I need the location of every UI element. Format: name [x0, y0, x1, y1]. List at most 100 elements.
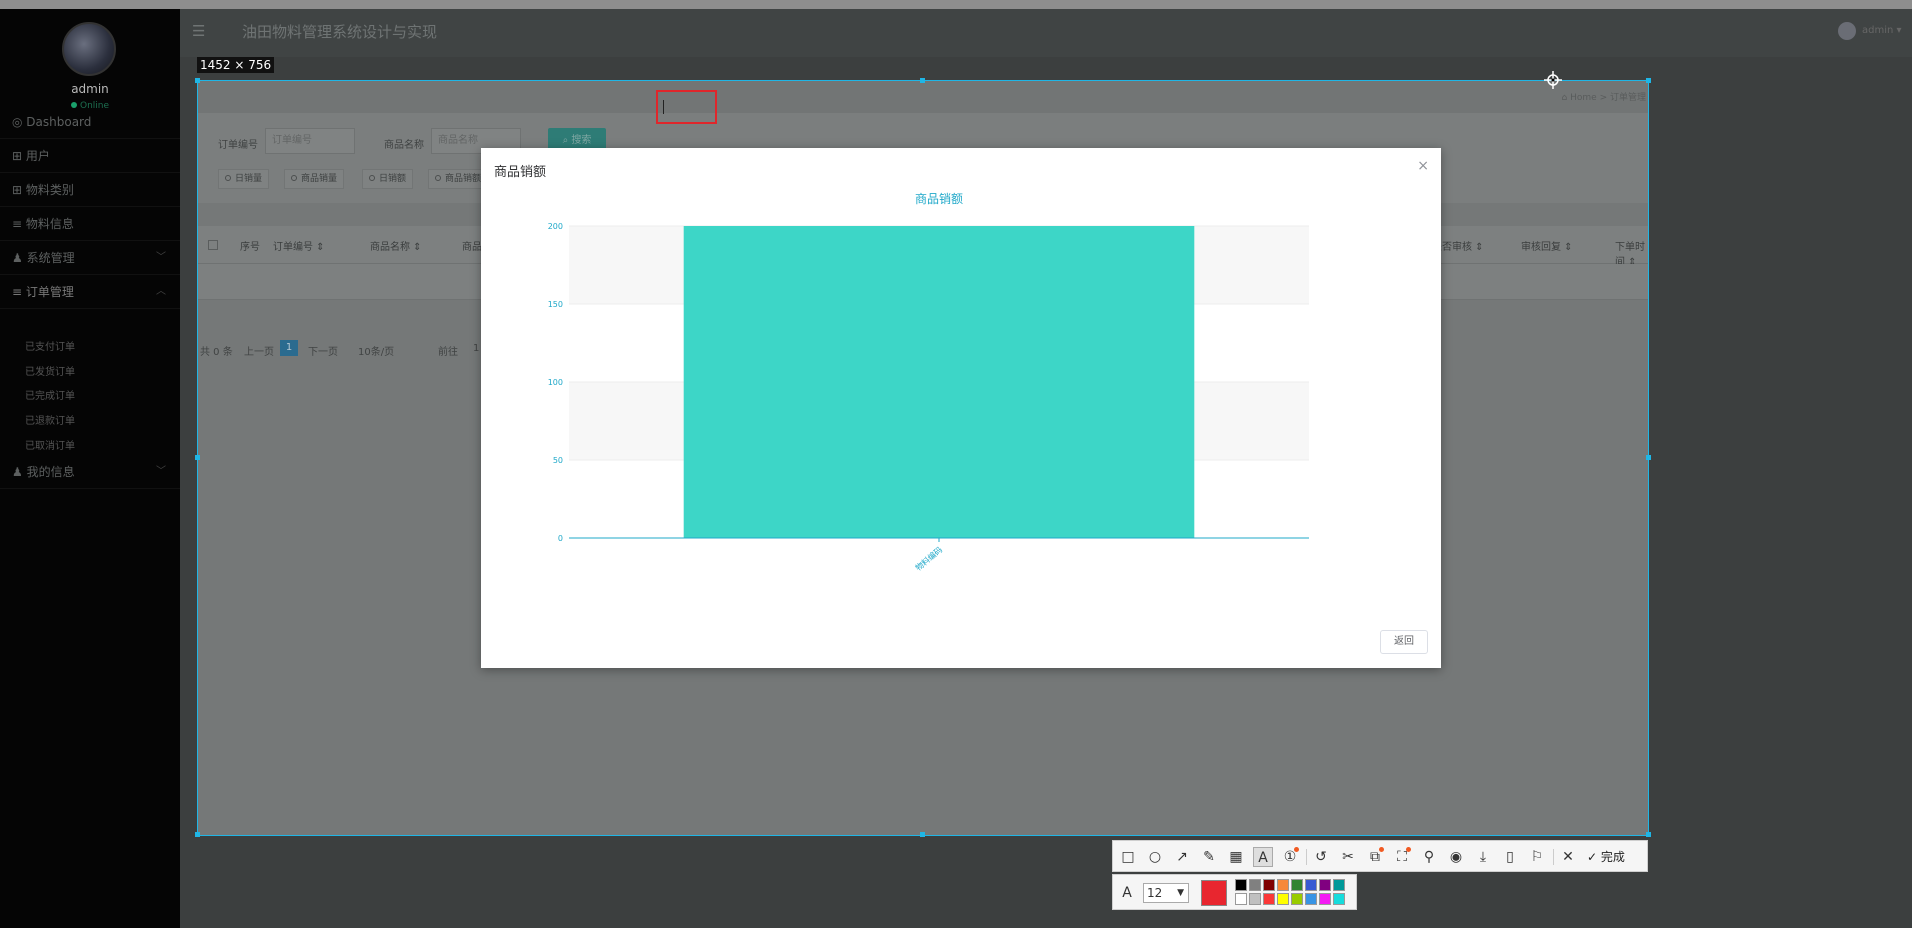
color-swatch[interactable] — [1305, 879, 1317, 891]
new-badge — [1406, 847, 1411, 852]
number-icon[interactable]: ① — [1280, 847, 1300, 867]
rect-icon[interactable]: □ — [1118, 847, 1138, 867]
sidebar-item-label: 系统管理 — [26, 251, 75, 265]
text-cursor — [663, 100, 664, 114]
color-swatch[interactable] — [1319, 879, 1331, 891]
sidebar: admin Online ◎ Dashboard ⊞ 用户 ⊞ 物料类别 ≡ 物… — [0, 9, 180, 928]
color-swatch[interactable] — [1235, 879, 1247, 891]
back-button[interactable]: 返回 — [1380, 630, 1428, 654]
new-badge — [1294, 847, 1299, 852]
product-sales-amount-button[interactable]: 商品销额 — [428, 169, 489, 189]
color-swatch[interactable] — [1235, 893, 1247, 905]
color-swatch[interactable] — [1277, 893, 1289, 905]
color-swatch[interactable] — [1249, 879, 1261, 891]
avatar — [62, 22, 116, 76]
color-swatch[interactable] — [1319, 893, 1331, 905]
resize-handle[interactable] — [195, 455, 200, 460]
resize-handle[interactable] — [1646, 78, 1651, 83]
close-icon[interactable]: ✕ — [1558, 847, 1578, 867]
bar — [683, 226, 1195, 538]
sidebar-item-users[interactable]: ⊞ 用户 — [0, 139, 180, 173]
resize-handle[interactable] — [195, 78, 200, 83]
text-annotation-box[interactable] — [656, 90, 717, 124]
resize-handle[interactable] — [195, 832, 200, 837]
current-color-swatch[interactable] — [1201, 880, 1227, 906]
sidebar-item-system[interactable]: ♟ 系统管理 ﹀ — [0, 241, 180, 275]
pencil-icon[interactable]: ✎ — [1199, 847, 1219, 867]
daily-sales-volume-button[interactable]: 日销量 — [218, 169, 270, 189]
y-tick-label: 50 — [553, 456, 563, 465]
resize-handle[interactable] — [920, 832, 925, 837]
user-avatar-icon[interactable] — [1838, 22, 1856, 40]
new-badge — [1379, 847, 1384, 852]
color-swatch[interactable] — [1291, 879, 1303, 891]
color-swatch[interactable] — [1333, 879, 1345, 891]
record-icon[interactable]: ◉ — [1446, 847, 1466, 867]
color-swatch[interactable] — [1263, 893, 1275, 905]
pagination-size[interactable]: 10条/页 — [358, 343, 394, 358]
y-tick-label: 150 — [548, 300, 563, 309]
sidebar-subitem[interactable]: 已支付订单 — [25, 338, 75, 353]
sidebar-item-label: 物料信息 — [25, 217, 74, 231]
ellipse-icon[interactable]: ○ — [1145, 847, 1165, 867]
pagination-page[interactable]: 1 — [280, 340, 298, 356]
pagination-prev[interactable]: 上一页 — [244, 343, 274, 358]
color-swatch[interactable] — [1277, 879, 1289, 891]
dialog-title: 商品销额 — [494, 165, 547, 180]
mosaic-icon[interactable]: ▦ — [1226, 847, 1246, 867]
capture-selection[interactable]: ⌂ Home > 订单管理 订单编号 订单编号 商品名称 商品名称 ⌕ 搜索 日… — [197, 80, 1649, 836]
order-no-input[interactable]: 订单编号 — [265, 128, 355, 154]
select-all-checkbox[interactable] — [208, 240, 218, 250]
sidebar-subitem[interactable]: 已取消订单 — [25, 437, 75, 452]
cut-icon[interactable]: ✂ — [1338, 847, 1358, 867]
color-swatch[interactable] — [1249, 893, 1261, 905]
sidebar-item-dashboard[interactable]: ◎ Dashboard — [0, 105, 180, 139]
scan-icon[interactable]: ⛶ — [1392, 847, 1412, 867]
sidebar-item-orders[interactable]: ≡ 订单管理 ︿ — [0, 275, 180, 309]
sidebar-subitem[interactable]: 已发货订单 — [25, 363, 75, 378]
color-swatch[interactable] — [1305, 893, 1317, 905]
breadcrumb-home[interactable]: Home — [1570, 93, 1597, 103]
color-swatch[interactable] — [1333, 893, 1345, 905]
user-menu[interactable]: admin ▾ — [1862, 25, 1902, 36]
radio-label: 日销额 — [379, 174, 407, 184]
sidebar-subitem[interactable]: 已退款订单 — [25, 412, 75, 427]
sidebar-item-my-info[interactable]: ♟ 我的信息 ﹀ — [0, 455, 180, 489]
hamburger-icon[interactable]: ☰ — [192, 22, 205, 40]
close-icon[interactable]: × — [1417, 158, 1429, 174]
text-options-bar: A 12 ▼ — [1112, 874, 1357, 910]
capture-size-label: 1452 × 756 — [197, 57, 275, 73]
daily-sales-amount-button[interactable]: 日销额 — [362, 169, 414, 189]
y-tick-label: 200 — [548, 222, 563, 231]
col-header[interactable]: 商品名称 ⇕ — [370, 238, 422, 253]
resize-handle[interactable] — [920, 78, 925, 83]
font-size-select[interactable]: 12 ▼ — [1143, 883, 1189, 903]
color-swatch[interactable] — [1263, 879, 1275, 891]
ocr-icon[interactable]: ⧉ — [1365, 847, 1385, 867]
sales-amount-dialog: 商品销额 × 商品销额 0 50 100 150 200 物料编码 返回 — [481, 148, 1441, 668]
search-button-label: 搜索 — [571, 135, 592, 146]
breadcrumb-sep: > — [1599, 93, 1608, 103]
resize-handle[interactable] — [1646, 455, 1651, 460]
sidebar-subitem[interactable]: 已完成订单 — [25, 387, 75, 402]
col-header[interactable]: 订单编号 ⇕ — [273, 238, 325, 253]
sidebar-item-material-info[interactable]: ≡ 物料信息 — [0, 207, 180, 241]
pin-icon[interactable]: ⚲ — [1419, 847, 1439, 867]
product-name-label: 商品名称 — [384, 140, 424, 151]
pagination-next[interactable]: 下一页 — [308, 343, 338, 358]
col-header[interactable]: 审核回复 ⇕ — [1521, 238, 1573, 253]
text-icon[interactable]: A — [1253, 847, 1273, 867]
arrow-icon[interactable]: ↗ — [1172, 847, 1192, 867]
save-icon[interactable]: ▯ — [1500, 847, 1520, 867]
color-swatch[interactable] — [1291, 893, 1303, 905]
pagination-goto-input[interactable]: 1 — [473, 343, 479, 354]
download-icon[interactable]: ⤓ — [1473, 847, 1493, 867]
sidebar-item-material-category[interactable]: ⊞ 物料类别 — [0, 173, 180, 207]
bookmark-icon[interactable]: ⚐ — [1527, 847, 1547, 867]
resize-handle[interactable] — [1646, 832, 1651, 837]
breadcrumb: ⌂ Home > 订单管理 — [1561, 93, 1646, 103]
done-button[interactable]: ✓ 完成 — [1587, 847, 1625, 867]
undo-icon[interactable]: ↺ — [1311, 847, 1331, 867]
sidebar-username: admin — [71, 82, 109, 96]
product-sales-volume-button[interactable]: 商品销量 — [284, 169, 345, 189]
